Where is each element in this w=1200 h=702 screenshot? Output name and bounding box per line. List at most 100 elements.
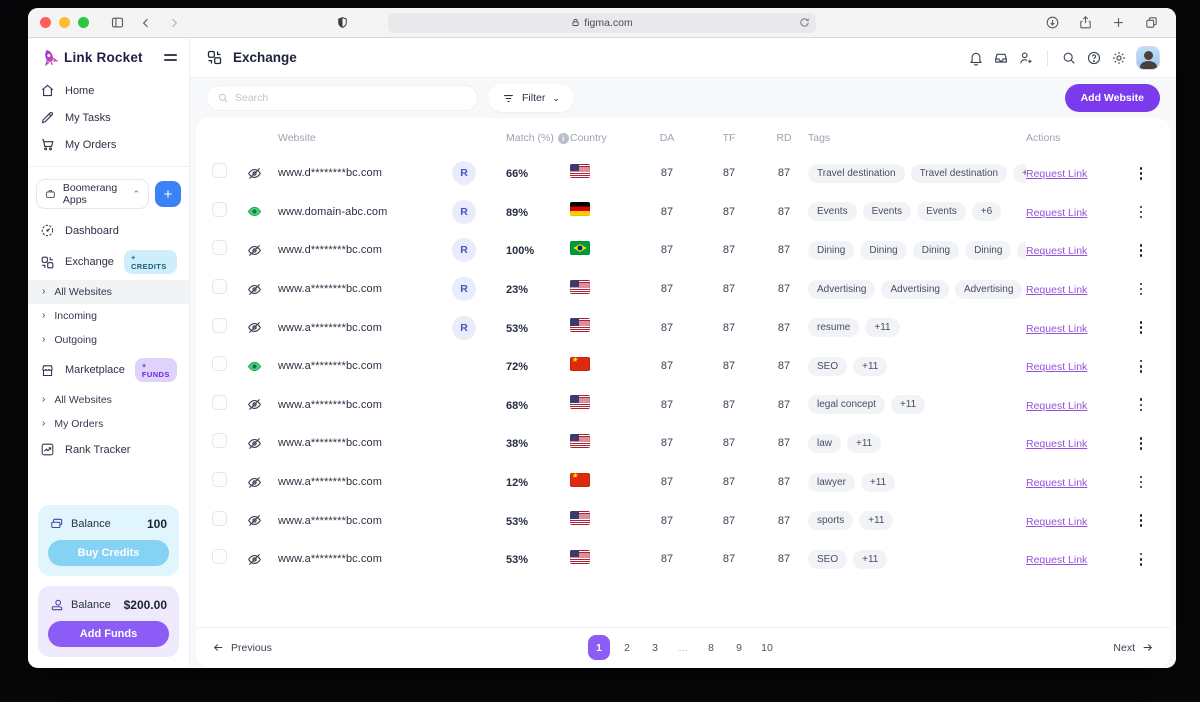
add-workspace-button[interactable]: +	[155, 181, 181, 207]
tag-more-pill[interactable]: +1	[1017, 241, 1026, 260]
request-link[interactable]: Request Link	[1026, 438, 1087, 450]
sidebar-item-home[interactable]: Home	[28, 77, 189, 104]
row-checkbox[interactable]	[212, 202, 227, 217]
row-checkbox[interactable]	[212, 356, 227, 371]
share-icon[interactable]	[1078, 15, 1093, 30]
kebab-menu[interactable]	[1122, 283, 1160, 296]
tag-more-pill[interactable]: +6	[972, 202, 1001, 221]
zoom-window-button[interactable]	[78, 17, 89, 28]
request-link[interactable]: Request Link	[1026, 323, 1087, 335]
add-website-button[interactable]: Add Website	[1065, 84, 1160, 112]
page-button[interactable]: 1	[588, 635, 610, 660]
privacy-shield-icon[interactable]	[336, 16, 349, 29]
row-checkbox[interactable]	[212, 395, 227, 410]
tag-more-pill[interactable]: +11	[853, 550, 887, 569]
url-bar[interactable]: figma.com	[388, 13, 816, 33]
page-button[interactable]: 9	[728, 635, 750, 660]
kebab-menu[interactable]	[1122, 476, 1160, 489]
tag-more-pill[interactable]: +11	[861, 473, 895, 492]
request-link[interactable]: Request Link	[1026, 554, 1087, 566]
refresh-icon[interactable]	[799, 17, 810, 28]
user-avatar[interactable]	[1136, 46, 1160, 70]
page-button[interactable]: 2	[616, 635, 638, 660]
request-link[interactable]: Request Link	[1026, 245, 1087, 257]
sidebar-item-marketplace-my-orders[interactable]: › My Orders	[28, 412, 189, 436]
tab-overview-icon[interactable]	[1144, 15, 1159, 30]
kebab-menu[interactable]	[1122, 553, 1160, 566]
row-checkbox[interactable]	[212, 549, 227, 564]
eye-hidden-icon[interactable]	[246, 396, 263, 413]
page-button[interactable]: 3	[644, 635, 666, 660]
settings-gear-icon[interactable]	[1111, 50, 1127, 66]
page-button[interactable]: 10	[756, 635, 778, 660]
kebab-menu[interactable]	[1122, 360, 1160, 373]
close-window-button[interactable]	[40, 17, 51, 28]
sidebar-item-outgoing[interactable]: › Outgoing	[28, 328, 189, 352]
eye-visible-icon[interactable]	[246, 358, 263, 375]
search-icon[interactable]	[1061, 50, 1077, 66]
request-link[interactable]: Request Link	[1026, 477, 1087, 489]
sidebar-item-my-tasks[interactable]: My Tasks	[28, 104, 189, 131]
sidebar-collapse-icon[interactable]	[164, 54, 177, 60]
kebab-menu[interactable]	[1122, 437, 1160, 450]
notifications-icon[interactable]	[968, 50, 984, 66]
row-checkbox[interactable]	[212, 511, 227, 526]
eye-hidden-icon[interactable]	[246, 281, 263, 298]
search-box[interactable]	[206, 85, 478, 111]
sidebar-item-all-websites[interactable]: › All Websites	[28, 280, 189, 304]
filter-button[interactable]: Filter ⌄	[488, 84, 574, 112]
forward-icon[interactable]	[167, 16, 181, 30]
info-icon[interactable]: i	[558, 133, 569, 144]
kebab-menu[interactable]	[1122, 321, 1160, 334]
kebab-menu[interactable]	[1122, 398, 1160, 411]
kebab-menu[interactable]	[1122, 514, 1160, 527]
sidebar-item-dashboard[interactable]: Dashboard	[28, 217, 189, 244]
request-link[interactable]: Request Link	[1026, 207, 1087, 219]
invite-user-icon[interactable]	[1018, 50, 1034, 66]
downloads-icon[interactable]	[1045, 15, 1060, 30]
request-link[interactable]: Request Link	[1026, 400, 1087, 412]
page-button[interactable]: 8	[700, 635, 722, 660]
minimize-window-button[interactable]	[59, 17, 70, 28]
kebab-menu[interactable]	[1122, 244, 1160, 257]
row-checkbox[interactable]	[212, 472, 227, 487]
sidebar-item-rank-tracker[interactable]: Rank Tracker	[28, 436, 189, 463]
tag-more-pill[interactable]: +11	[891, 395, 925, 414]
search-input[interactable]	[235, 92, 467, 104]
tag-more-pill[interactable]: +11	[847, 434, 881, 453]
kebab-menu[interactable]	[1122, 206, 1160, 219]
request-link[interactable]: Request Link	[1026, 516, 1087, 528]
buy-credits-button[interactable]: Buy Credits	[48, 540, 169, 566]
sidebar-item-my-orders[interactable]: My Orders	[28, 131, 189, 158]
tag-more-pill[interactable]: +11	[859, 511, 893, 530]
new-tab-icon[interactable]	[1111, 15, 1126, 30]
sidebar-toggle-icon[interactable]	[110, 15, 125, 30]
sidebar-item-incoming[interactable]: › Incoming	[28, 304, 189, 328]
sidebar-item-marketplace[interactable]: Marketplace + FUNDS	[28, 352, 189, 388]
row-checkbox[interactable]	[212, 279, 227, 294]
back-icon[interactable]	[139, 16, 153, 30]
request-link[interactable]: Request Link	[1026, 284, 1087, 296]
help-icon[interactable]	[1086, 50, 1102, 66]
kebab-menu[interactable]	[1122, 167, 1160, 180]
eye-hidden-icon[interactable]	[246, 319, 263, 336]
eye-hidden-icon[interactable]	[246, 165, 263, 182]
eye-visible-icon[interactable]	[246, 203, 263, 220]
previous-page-button[interactable]: Previous	[212, 641, 272, 654]
tag-more-pill[interactable]: +11	[853, 357, 887, 376]
eye-hidden-icon[interactable]	[246, 474, 263, 491]
next-page-button[interactable]: Next	[1113, 641, 1154, 654]
eye-hidden-icon[interactable]	[246, 512, 263, 529]
request-link[interactable]: Request Link	[1026, 168, 1087, 180]
request-link[interactable]: Request Link	[1026, 361, 1087, 373]
row-checkbox[interactable]	[212, 318, 227, 333]
sidebar-item-exchange[interactable]: Exchange + CREDITS	[28, 244, 189, 280]
eye-hidden-icon[interactable]	[246, 551, 263, 568]
workspace-selector[interactable]: Boomerang Apps ⌃	[36, 179, 149, 209]
row-checkbox[interactable]	[212, 240, 227, 255]
tag-more-pill[interactable]: +11	[865, 318, 899, 337]
eye-hidden-icon[interactable]	[246, 435, 263, 452]
eye-hidden-icon[interactable]	[246, 242, 263, 259]
inbox-icon[interactable]	[993, 50, 1009, 66]
sidebar-item-marketplace-all-websites[interactable]: › All Websites	[28, 388, 189, 412]
